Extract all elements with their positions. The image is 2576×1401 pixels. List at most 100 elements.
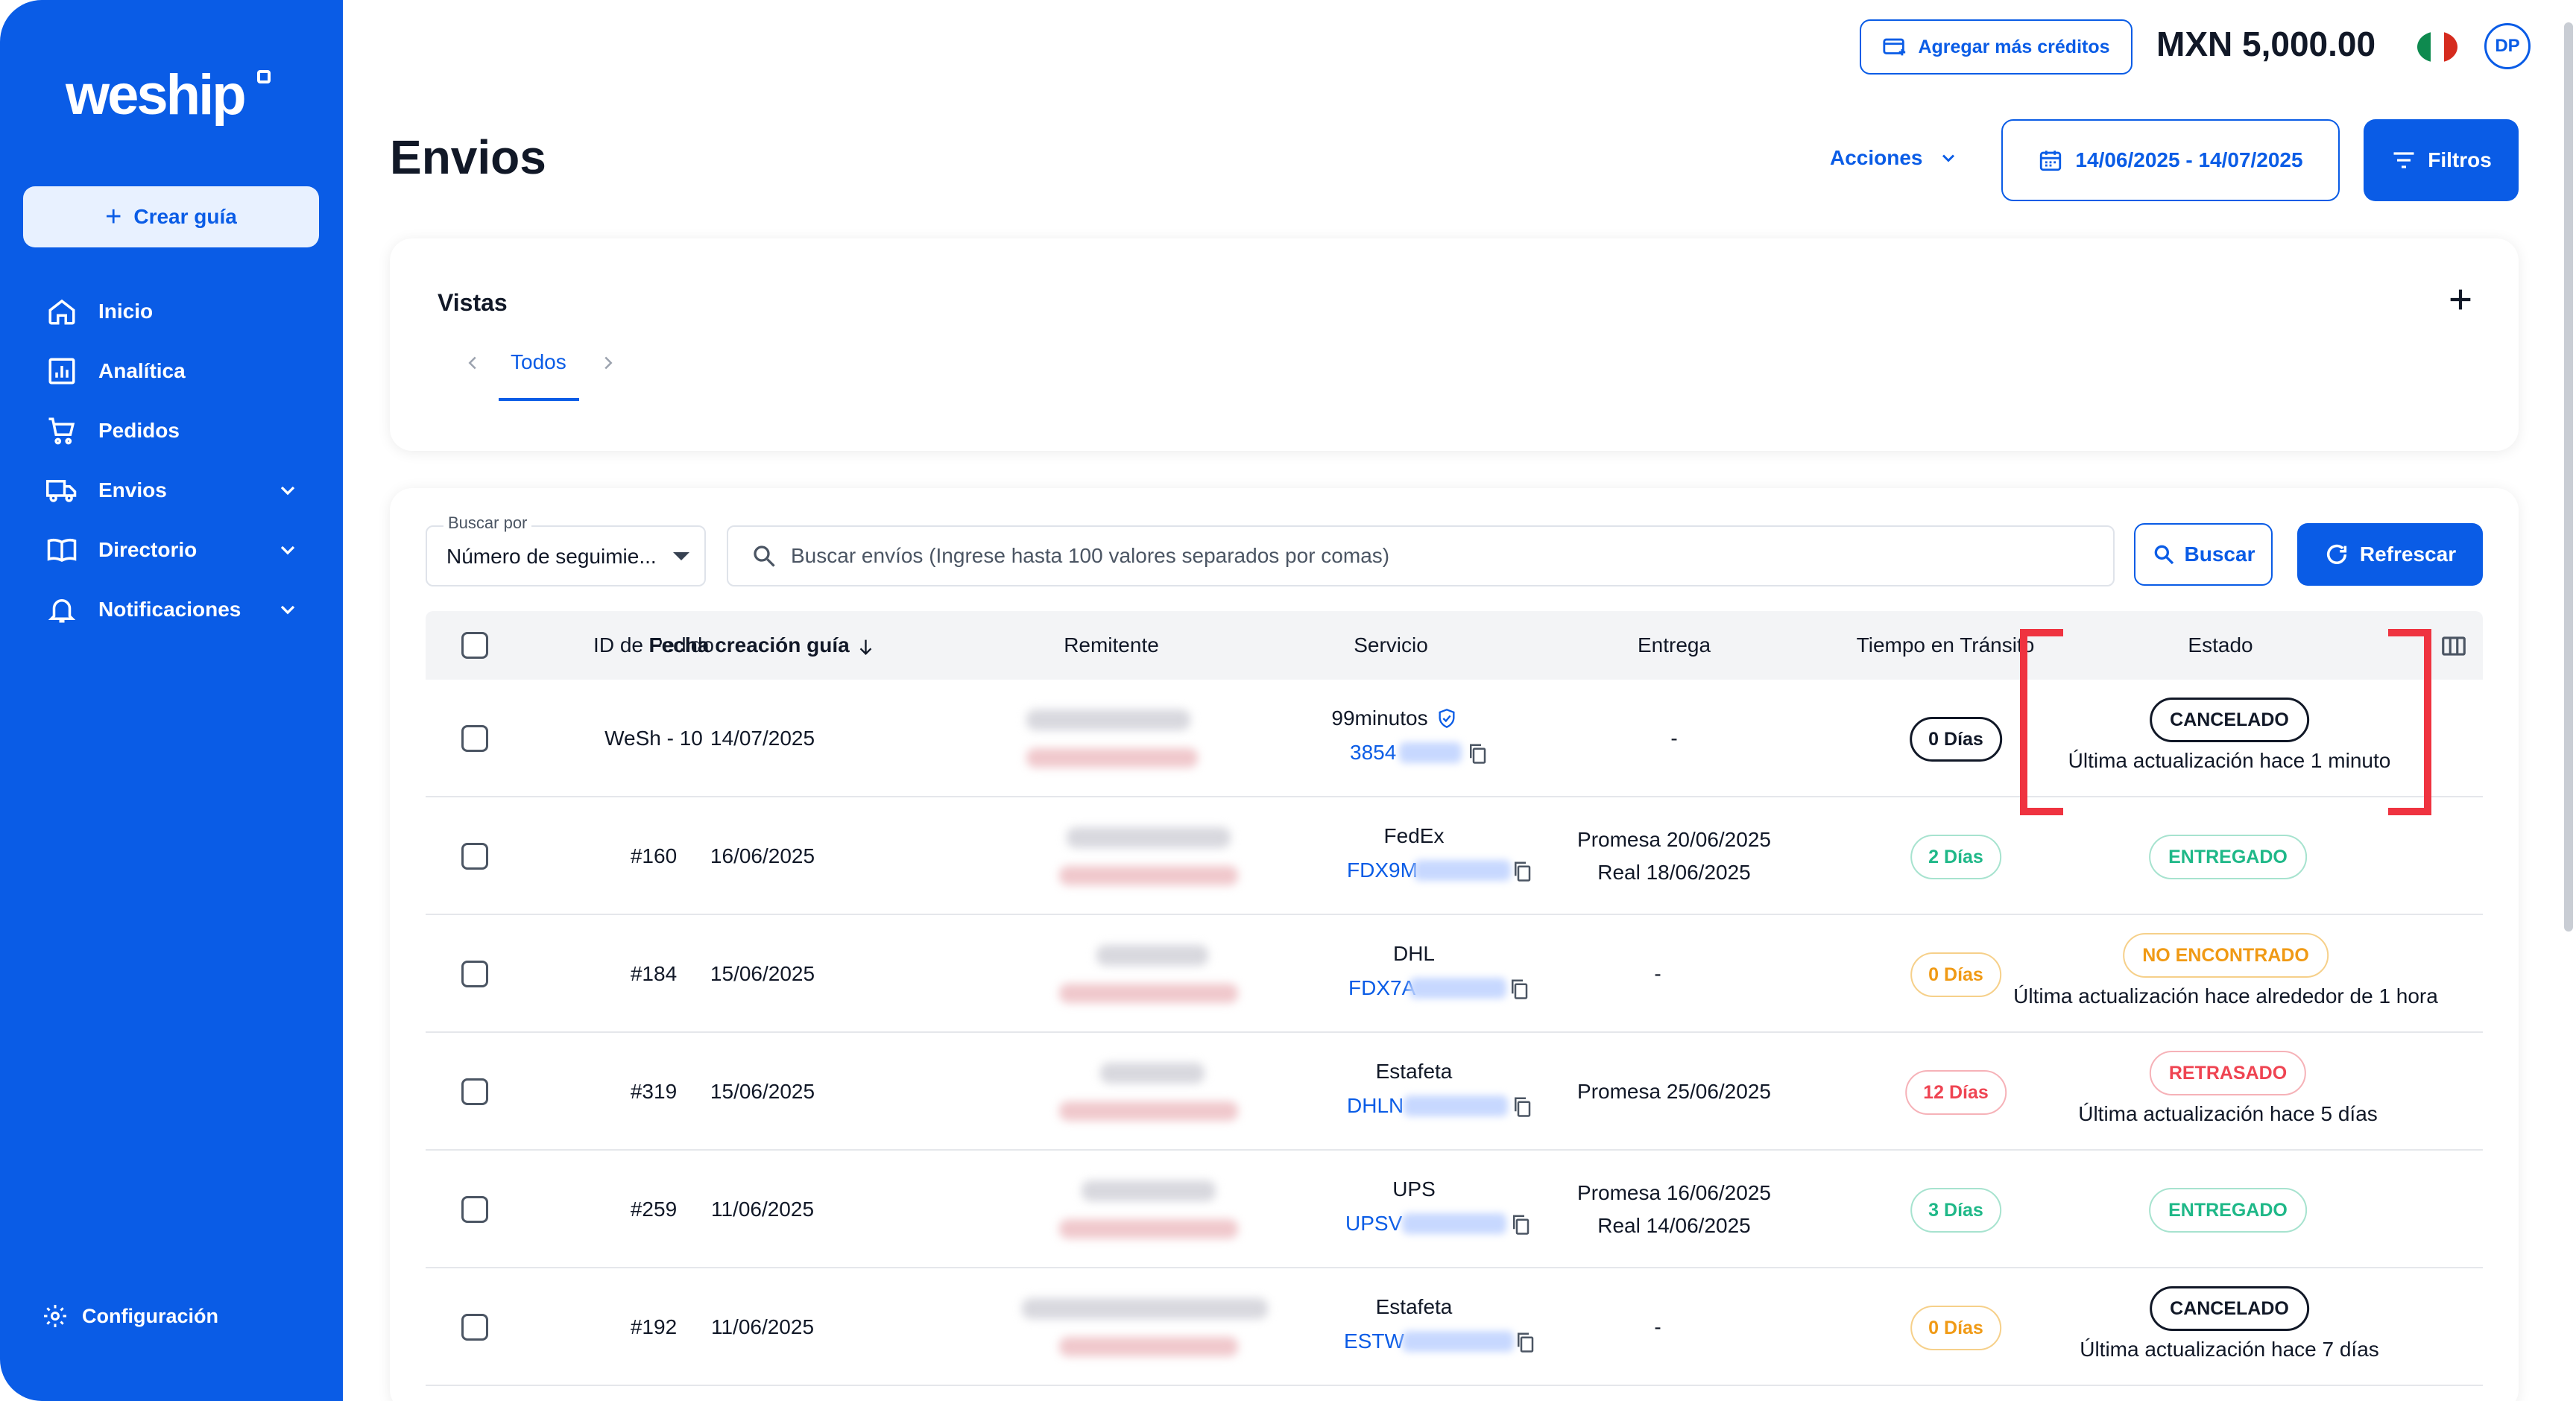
sidebar-item-directorio[interactable]: Directorio <box>46 528 300 572</box>
copy-icon[interactable] <box>1511 1094 1533 1119</box>
row-checkbox[interactable] <box>461 1196 488 1223</box>
mexico-flag-icon[interactable] <box>2417 31 2457 63</box>
status-detail: Última actualización hace 7 días <box>2080 1338 2379 1361</box>
row-checkbox[interactable] <box>461 1078 488 1105</box>
column-header-status[interactable]: Estado <box>2188 633 2253 657</box>
copy-icon[interactable] <box>1466 741 1489 766</box>
sender-phone-redacted <box>1059 1219 1238 1239</box>
sidebar-item-notificaciones[interactable]: Notificaciones <box>46 587 300 632</box>
order-id[interactable]: #160 <box>631 844 677 868</box>
tracking-number[interactable]: UPSV <box>1345 1212 1402 1236</box>
filters-label: Filtros <box>2428 148 2492 171</box>
date-range-button[interactable]: 14/06/2025 - 14/07/2025 <box>2001 119 2340 201</box>
sidebar-item-label: Envios <box>98 478 167 502</box>
actions-dropdown[interactable]: Acciones <box>1830 146 1959 170</box>
tracking-number-redacted <box>1402 1331 1514 1352</box>
sidebar-item-pedidos[interactable]: Pedidos <box>46 408 300 453</box>
tracking-number[interactable]: ESTW <box>1344 1329 1404 1353</box>
status-badge: ENTREGADO <box>2149 1188 2307 1233</box>
created-date: 15/06/2025 <box>710 962 815 985</box>
book-icon <box>47 538 77 562</box>
chevron-right-icon[interactable] <box>597 352 619 374</box>
column-header-sender[interactable]: Remitente <box>1064 633 1159 657</box>
column-header-transit-time[interactable]: Tiempo en Tránsito <box>1857 633 2035 657</box>
sidebar-item-inicio[interactable]: Inicio <box>46 289 300 334</box>
row-checkbox[interactable] <box>461 1314 488 1341</box>
tracking-number[interactable]: 3854 <box>1350 741 1396 765</box>
row-checkbox[interactable] <box>461 961 488 987</box>
refresh-button[interactable]: Refrescar <box>2297 523 2483 586</box>
table-row[interactable]: #160 16/06/2025 FedEx FDX9M Promesa 20/0… <box>426 797 2483 915</box>
table-row[interactable]: WeSh - 10 14/07/2025 99minutos 3854 - 0 … <box>426 680 2483 797</box>
tracking-number[interactable]: FDX7A <box>1348 976 1415 1000</box>
logo[interactable]: weship <box>66 63 247 127</box>
select-all-checkbox[interactable] <box>461 632 488 659</box>
sidebar-item-analitica[interactable]: Analítica <box>46 349 300 393</box>
sender-name-redacted <box>1096 945 1208 966</box>
refresh-icon <box>2326 544 2346 564</box>
sidebar-item-envios[interactable]: Envios <box>46 468 300 513</box>
sender-name-redacted <box>1026 709 1190 730</box>
status-badge: NO ENCONTRADO <box>2123 933 2329 978</box>
order-id[interactable]: #319 <box>631 1080 677 1104</box>
copy-icon[interactable] <box>1509 1212 1532 1237</box>
calendar-icon <box>2040 151 2062 171</box>
plus-icon: + <box>105 201 122 233</box>
column-header-service[interactable]: Servicio <box>1354 633 1428 657</box>
status-badge: CANCELADO <box>2150 1286 2309 1331</box>
table-row[interactable]: #192 11/06/2025 Estafeta ESTW - 0 Días C… <box>426 1268 2483 1386</box>
chevron-down-icon <box>280 605 295 615</box>
table-row[interactable]: #259 11/06/2025 UPS UPSV Promesa 16/06/2… <box>426 1151 2483 1268</box>
search-by-select[interactable]: Buscar por Número de seguimie... <box>426 513 706 586</box>
chevron-left-icon[interactable] <box>461 352 484 374</box>
delivery-info: - <box>1670 727 1678 750</box>
tracking-number[interactable]: FDX9M <box>1347 858 1418 882</box>
account-balance: MXN 5,000.00 <box>2156 25 2376 63</box>
create-guide-button[interactable]: + Crear guía <box>23 186 319 247</box>
tracking-number-redacted <box>1402 1213 1506 1234</box>
sender-name-redacted <box>1082 1180 1216 1201</box>
copy-icon[interactable] <box>1508 976 1530 1002</box>
search-placeholder: Buscar envíos (Ingrese hasta 100 valores… <box>791 544 1390 567</box>
row-checkbox[interactable] <box>461 725 488 752</box>
column-header-created-date[interactable]: Fecha creación guía <box>649 633 877 657</box>
columns-icon[interactable] <box>2440 632 2468 660</box>
column-header-delivery[interactable]: Entrega <box>1638 633 1711 657</box>
filters-button[interactable]: Filtros <box>2364 119 2519 201</box>
search-button[interactable]: Buscar <box>2134 523 2273 586</box>
tracking-number-redacted <box>1404 1095 1508 1116</box>
search-by-value: Número de seguimie... <box>446 545 657 568</box>
order-id[interactable]: #184 <box>631 962 677 986</box>
add-view-icon[interactable] <box>2446 285 2475 314</box>
transit-time-badge: 0 Días <box>1910 717 2002 762</box>
copy-icon[interactable] <box>1514 1329 1536 1355</box>
actions-label: Acciones <box>1830 146 1923 169</box>
settings-link[interactable]: Configuración <box>42 1303 218 1329</box>
views-card: Vistas Todos <box>390 238 2519 451</box>
sidebar-item-label: Notificaciones <box>98 598 242 621</box>
avatar[interactable]: DP <box>2484 23 2531 69</box>
active-tab-indicator <box>499 398 579 401</box>
transit-time-badge: 12 Días <box>1905 1070 2007 1115</box>
analytics-icon <box>48 358 75 385</box>
scrollbar-thumb[interactable] <box>2564 22 2573 932</box>
sender-name-redacted <box>1100 1063 1205 1084</box>
delivery-info: - <box>1654 1315 1661 1338</box>
order-id[interactable]: #192 <box>631 1315 677 1339</box>
created-date: 11/06/2025 <box>710 1315 815 1338</box>
copy-icon[interactable] <box>1511 858 1533 884</box>
search-input[interactable]: Buscar envíos (Ingrese hasta 100 valores… <box>727 525 2115 586</box>
delivery-actual: Real 14/06/2025 <box>1597 1214 1751 1237</box>
order-id[interactable]: #259 <box>631 1198 677 1221</box>
table-row[interactable]: #184 15/06/2025 DHL FDX7A - 0 Días NO EN… <box>426 915 2483 1033</box>
table-row[interactable]: #319 15/06/2025 Estafeta DHLN Promesa 25… <box>426 1033 2483 1151</box>
tab-todos[interactable]: Todos <box>499 350 578 395</box>
truck-icon <box>46 480 77 502</box>
delivery-promise: Promesa 16/06/2025 <box>1577 1181 1771 1204</box>
tracking-number[interactable]: DHLN <box>1347 1094 1404 1118</box>
credit-card-icon <box>1883 38 1906 56</box>
created-date: 11/06/2025 <box>710 1198 815 1221</box>
order-id[interactable]: WeSh - 10 <box>604 727 703 750</box>
add-credits-button[interactable]: Agregar más créditos <box>1860 19 2133 75</box>
row-checkbox[interactable] <box>461 843 488 870</box>
